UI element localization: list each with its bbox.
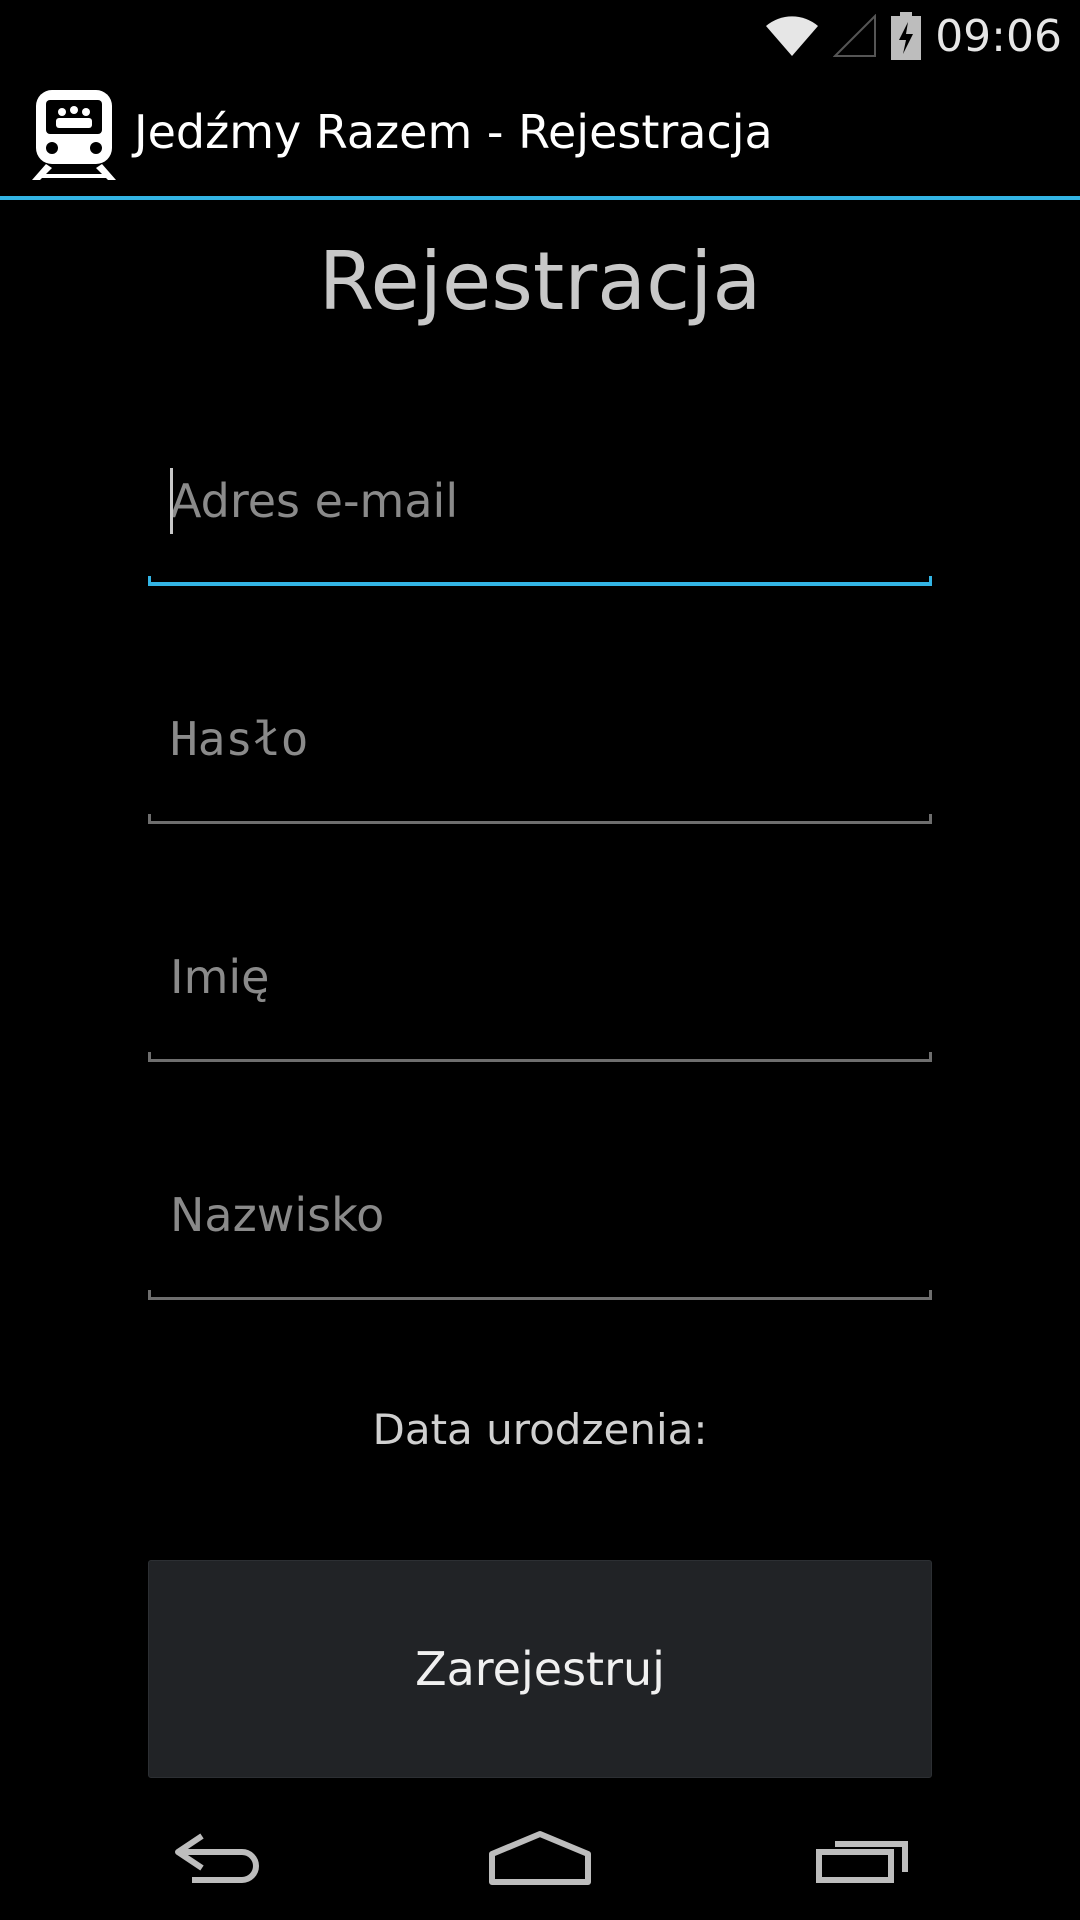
last-name-field[interactable] [148,1160,932,1300]
signal-icon [833,14,877,58]
clock: 09:06 [935,10,1062,62]
recent-apps-button[interactable] [793,1812,933,1908]
action-bar-title: Jedźmy Razem - Rejestracja [134,105,773,159]
wifi-icon [765,14,819,58]
home-icon [488,1830,592,1890]
first-name-input[interactable] [170,922,910,1032]
status-bar: 09:06 [0,0,1080,72]
back-button[interactable] [150,1812,290,1908]
text-caret [170,468,173,534]
battery-charging-icon [891,12,922,60]
home-button[interactable] [470,1812,610,1908]
back-icon [172,1830,268,1890]
last-name-input[interactable] [170,1160,910,1270]
first-name-field[interactable] [148,922,932,1062]
train-icon [28,88,124,182]
email-field[interactable] [148,446,932,586]
action-bar: Jedźmy Razem - Rejestracja [0,72,1080,198]
action-bar-divider [0,196,1080,200]
password-input[interactable] [170,684,910,794]
password-field[interactable] [148,684,932,824]
email-underline [148,576,932,586]
password-underline [148,814,932,824]
last-name-underline [148,1290,932,1300]
page-title: Rejestracja [318,235,762,328]
navigation-bar [0,1800,1080,1920]
registration-screen: 09:06 Jedźmy Razem - Rejestracja Rejestr… [0,0,1080,1920]
date-of-birth-label: Data urodzenia: [372,1405,708,1454]
register-button[interactable]: Zarejestruj [148,1560,932,1778]
email-input[interactable] [170,446,910,556]
first-name-underline [148,1052,932,1062]
recent-apps-icon [815,1832,911,1888]
